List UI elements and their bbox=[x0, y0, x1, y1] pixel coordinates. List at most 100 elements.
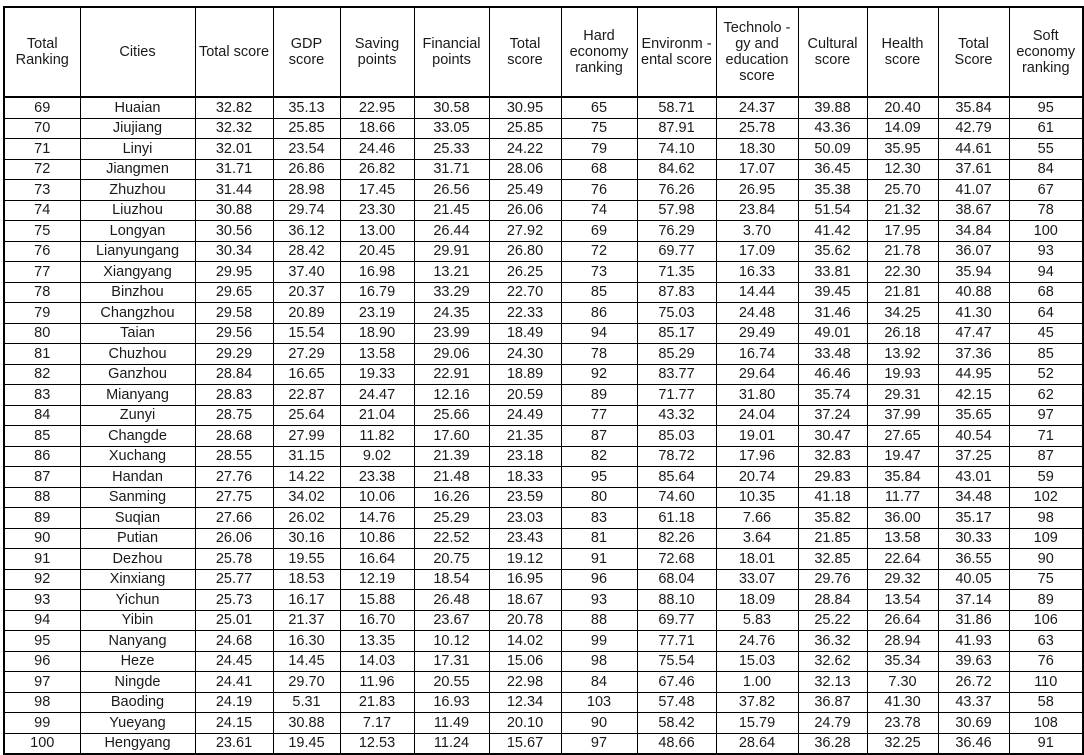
cell-value: 11.77 bbox=[866, 486, 939, 508]
cell-value: 26.64 bbox=[866, 609, 939, 631]
cell-value: 37.40 bbox=[272, 261, 341, 283]
cell-value: 47.47 bbox=[937, 322, 1010, 344]
cell-value: 15.54 bbox=[272, 322, 341, 344]
cell-value: 15.88 bbox=[339, 589, 415, 611]
cell-value: 44.61 bbox=[937, 138, 1010, 160]
cell-city-name: Linyi bbox=[79, 138, 196, 160]
cell-city-name: Jiangmen bbox=[79, 158, 196, 180]
cell-city-name: Putian bbox=[79, 527, 196, 549]
cell-value: 25.49 bbox=[488, 179, 562, 201]
cell-value: 31.86 bbox=[937, 609, 1010, 631]
cell-city-name: Suqian bbox=[79, 507, 196, 529]
cell-value: 94 bbox=[1008, 261, 1084, 283]
cell-value: 83.77 bbox=[636, 363, 717, 385]
cell-value: 7.66 bbox=[715, 507, 799, 529]
cell-value: 110 bbox=[1008, 671, 1084, 693]
cell-total-ranking: 95 bbox=[3, 630, 81, 652]
column-header-8: Environm -ental score bbox=[636, 6, 717, 98]
cell-value: 88.10 bbox=[636, 589, 717, 611]
cell-value: 68.04 bbox=[636, 568, 717, 590]
cell-value: 35.84 bbox=[937, 96, 1010, 119]
cell-value: 106 bbox=[1008, 609, 1084, 631]
cell-value: 16.98 bbox=[339, 261, 415, 283]
cell-city-name: Xinxiang bbox=[79, 568, 196, 590]
cell-value: 91 bbox=[1008, 732, 1084, 755]
cell-value: 35.94 bbox=[937, 261, 1010, 283]
cell-value: 71 bbox=[1008, 425, 1084, 447]
cell-value: 13.92 bbox=[866, 343, 939, 365]
cell-city-name: Yichun bbox=[79, 589, 196, 611]
column-header-1: Cities bbox=[79, 6, 196, 98]
cell-total-ranking: 94 bbox=[3, 609, 81, 631]
cell-value: 74 bbox=[560, 199, 638, 221]
cell-value: 22.70 bbox=[488, 281, 562, 303]
cell-value: 12.16 bbox=[413, 384, 490, 406]
cell-value: 49.01 bbox=[797, 322, 868, 344]
cell-value: 31.15 bbox=[272, 445, 341, 467]
cell-value: 23.54 bbox=[272, 138, 341, 160]
cell-value: 40.88 bbox=[937, 281, 1010, 303]
cell-value: 21.04 bbox=[339, 404, 415, 426]
cell-value: 74.60 bbox=[636, 486, 717, 508]
cell-value: 85.03 bbox=[636, 425, 717, 447]
cell-total-ranking: 71 bbox=[3, 138, 81, 160]
cell-value: 73 bbox=[560, 261, 638, 283]
cell-value: 29.64 bbox=[715, 363, 799, 385]
cell-value: 29.56 bbox=[194, 322, 274, 344]
cell-value: 72.68 bbox=[636, 548, 717, 570]
cell-value: 23.03 bbox=[488, 507, 562, 529]
cell-value: 76.29 bbox=[636, 220, 717, 242]
cell-total-ranking: 98 bbox=[3, 691, 81, 713]
cell-value: 75 bbox=[1008, 568, 1084, 590]
cell-value: 28.94 bbox=[866, 630, 939, 652]
cell-value: 14.09 bbox=[866, 117, 939, 139]
cell-value: 35.82 bbox=[797, 507, 868, 529]
cell-value: 64 bbox=[1008, 302, 1084, 324]
cell-value: 34.25 bbox=[866, 302, 939, 324]
cell-value: 15.03 bbox=[715, 650, 799, 672]
cell-value: 18.30 bbox=[715, 138, 799, 160]
cell-value: 14.22 bbox=[272, 466, 341, 488]
column-header-11: Health score bbox=[866, 6, 939, 98]
cell-value: 37.25 bbox=[937, 445, 1010, 467]
cell-city-name: Baoding bbox=[79, 691, 196, 713]
cell-total-ranking: 70 bbox=[3, 117, 81, 139]
cell-value: 41.07 bbox=[937, 179, 1010, 201]
cell-value: 16.17 bbox=[272, 589, 341, 611]
table-row: 98 Baoding 24.19 5.31 21.83 16.93 12.34 103 57.4… bbox=[3, 691, 1084, 713]
cell-value: 19.93 bbox=[866, 363, 939, 385]
cell-value: 17.45 bbox=[339, 179, 415, 201]
cell-city-name: Longyan bbox=[79, 220, 196, 242]
cell-value: 13.54 bbox=[866, 589, 939, 611]
cell-value: 12.53 bbox=[339, 732, 415, 755]
cell-total-ranking: 73 bbox=[3, 179, 81, 201]
cell-value: 36.07 bbox=[937, 240, 1010, 262]
table-row: 77 Xiangyang 29.95 37.40 16.98 13.21 26.25 73 71… bbox=[3, 261, 1084, 283]
cell-value: 16.65 bbox=[272, 363, 341, 385]
cell-value: 18.33 bbox=[488, 466, 562, 488]
cell-value: 75.54 bbox=[636, 650, 717, 672]
cell-value: 24.45 bbox=[194, 650, 274, 672]
table-row: 71 Linyi 32.01 23.54 24.46 25.33 24.22 79 74.10 1… bbox=[3, 138, 1084, 160]
cell-value: 23.38 bbox=[339, 466, 415, 488]
table-row: 83 Mianyang 28.83 22.87 24.47 12.16 20.59 89 71.… bbox=[3, 384, 1084, 406]
table-row: 86 Xuchang 28.55 31.15 9.02 21.39 23.18 82 78.72… bbox=[3, 445, 1084, 467]
table-row: 96 Heze 24.45 14.45 14.03 17.31 15.06 98 75.54 15… bbox=[3, 650, 1084, 672]
cell-total-ranking: 90 bbox=[3, 527, 81, 549]
table-row: 76 Lianyungang 30.34 28.42 20.45 29.91 26.80 72… bbox=[3, 240, 1084, 262]
cell-value: 24.49 bbox=[488, 404, 562, 426]
cell-value: 83 bbox=[560, 507, 638, 529]
cell-value: 36.12 bbox=[272, 220, 341, 242]
cell-value: 36.55 bbox=[937, 548, 1010, 570]
column-header-2: Total score bbox=[194, 6, 274, 98]
cell-total-ranking: 96 bbox=[3, 650, 81, 672]
cell-value: 57.48 bbox=[636, 691, 717, 713]
cell-value: 79 bbox=[560, 138, 638, 160]
cell-city-name: Liuzhou bbox=[79, 199, 196, 221]
cell-city-name: Sanming bbox=[79, 486, 196, 508]
cell-value: 25.66 bbox=[413, 404, 490, 426]
cell-value: 58 bbox=[1008, 691, 1084, 713]
cell-value: 31.71 bbox=[194, 158, 274, 180]
cell-value: 21.35 bbox=[488, 425, 562, 447]
cell-value: 10.86 bbox=[339, 527, 415, 549]
